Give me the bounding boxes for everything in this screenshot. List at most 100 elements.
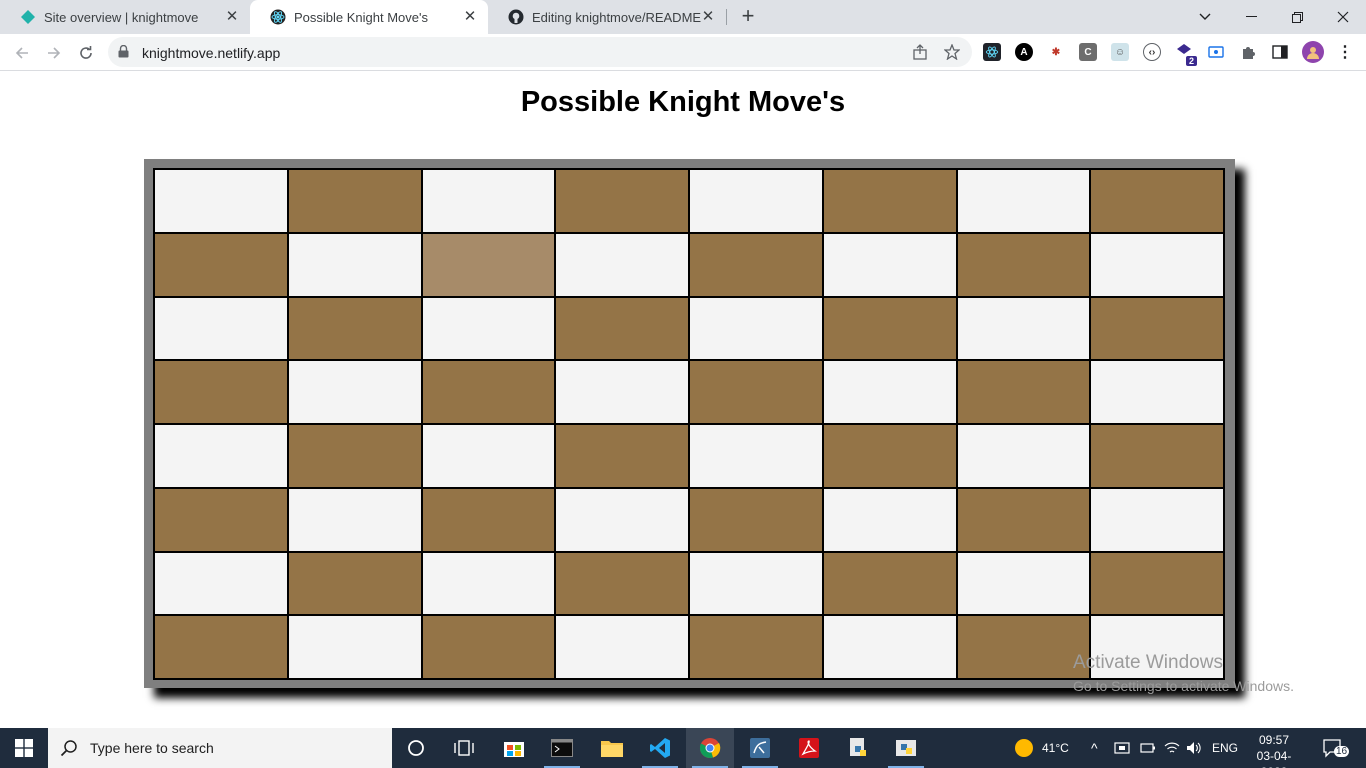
profile-extension-icon[interactable]: ☺ xyxy=(1111,43,1129,61)
board-square-dark[interactable] xyxy=(822,169,957,233)
close-tab-icon[interactable]: ✕ xyxy=(224,9,240,25)
board-square-light[interactable] xyxy=(555,487,689,552)
board-square-light[interactable] xyxy=(822,360,957,424)
network-adapter-icon[interactable] xyxy=(1114,728,1130,768)
board-square-dark[interactable] xyxy=(555,424,689,488)
board-square-dark[interactable] xyxy=(822,551,957,616)
restore-icon[interactable] xyxy=(1274,0,1320,34)
c-extension-icon[interactable]: C xyxy=(1079,43,1097,61)
forward-arrow-icon[interactable] xyxy=(41,40,67,66)
address-bar[interactable]: knightmove.netlify.app xyxy=(108,37,972,67)
microsoft-store-icon[interactable] xyxy=(490,728,538,768)
board-square-light[interactable] xyxy=(1090,232,1224,297)
board-square-dark[interactable] xyxy=(822,296,957,361)
board-square-light[interactable] xyxy=(154,551,288,616)
board-square-dark[interactable] xyxy=(287,296,422,361)
board-square-light[interactable] xyxy=(822,232,957,297)
board-square-light[interactable] xyxy=(555,615,689,679)
board-square-light[interactable] xyxy=(421,296,556,361)
board-square-dark[interactable] xyxy=(822,424,957,488)
board-square-dark[interactable] xyxy=(689,360,823,424)
board-square-light[interactable] xyxy=(421,424,556,488)
mysql-workbench-icon[interactable] xyxy=(736,728,784,768)
board-square-light[interactable] xyxy=(689,424,823,488)
battery-plug-icon[interactable] xyxy=(1140,728,1156,768)
close-tab-icon[interactable]: ✕ xyxy=(462,9,478,25)
board-square-dark[interactable] xyxy=(689,615,823,679)
volume-icon[interactable] xyxy=(1186,728,1202,768)
board-square-dark[interactable] xyxy=(1090,424,1224,488)
cortana-icon[interactable] xyxy=(392,728,440,768)
board-square-light[interactable] xyxy=(956,296,1091,361)
show-hidden-icons-chevron-icon[interactable]: ^ xyxy=(1091,728,1098,768)
board-square-dark[interactable] xyxy=(287,169,422,233)
board-square-dark[interactable] xyxy=(1090,296,1224,361)
chrome-icon[interactable] xyxy=(686,728,734,768)
task-view-icon[interactable] xyxy=(440,728,488,768)
react-devtools-icon[interactable] xyxy=(983,43,1001,61)
profile-avatar-icon[interactable] xyxy=(1302,41,1324,63)
bug-extension-icon[interactable]: ✱ xyxy=(1047,43,1065,61)
url-text[interactable]: knightmove.netlify.app xyxy=(142,45,280,61)
board-square-light[interactable] xyxy=(555,360,689,424)
windows-start-icon[interactable] xyxy=(0,728,48,768)
board-square-dark[interactable] xyxy=(421,615,556,679)
angular-icon[interactable]: A xyxy=(1015,43,1033,61)
file-explorer-icon[interactable] xyxy=(588,728,636,768)
board-square-light[interactable] xyxy=(689,169,823,233)
more-menu-icon[interactable]: ⋮ xyxy=(1336,43,1354,61)
extension-with-badge-icon[interactable]: 2 xyxy=(1175,43,1197,66)
system-clock[interactable]: 09:57 03-04-2022 xyxy=(1244,732,1304,768)
board-square-dark[interactable] xyxy=(555,169,689,233)
board-square-light[interactable] xyxy=(1090,615,1224,679)
board-square-dark[interactable] xyxy=(287,424,422,488)
board-square-light[interactable] xyxy=(1090,487,1224,552)
board-square-dark[interactable] xyxy=(956,615,1091,679)
board-square-light[interactable] xyxy=(956,169,1091,233)
board-square-dark[interactable] xyxy=(287,551,422,616)
board-square-dark[interactable] xyxy=(1090,169,1224,233)
close-tab-icon[interactable]: ✕ xyxy=(700,9,716,25)
taskbar-search-box[interactable]: Type here to search xyxy=(48,728,392,768)
board-square-light[interactable] xyxy=(689,551,823,616)
acrobat-reader-icon[interactable] xyxy=(785,728,833,768)
tab-search-chevron-icon[interactable] xyxy=(1182,0,1228,34)
board-square-light[interactable] xyxy=(154,169,288,233)
tab-site-overview[interactable]: Site overview | knightmove ✕ xyxy=(0,0,250,34)
board-square-dark[interactable] xyxy=(421,360,556,424)
chess-board[interactable] xyxy=(153,168,1225,680)
board-square-dark[interactable] xyxy=(689,232,823,297)
board-square-dark[interactable] xyxy=(154,360,288,424)
board-square-light[interactable] xyxy=(287,615,422,679)
code-extension-icon[interactable]: ‹› xyxy=(1143,43,1161,61)
board-square-light[interactable] xyxy=(822,487,957,552)
board-square-light[interactable] xyxy=(154,424,288,488)
board-square-light[interactable] xyxy=(287,487,422,552)
board-square-light[interactable] xyxy=(421,551,556,616)
board-square-dark[interactable] xyxy=(421,487,556,552)
board-square-light[interactable] xyxy=(555,232,689,297)
wifi-icon[interactable] xyxy=(1164,728,1180,768)
reload-icon[interactable] xyxy=(73,40,99,66)
board-square-light[interactable] xyxy=(689,296,823,361)
board-square-dark[interactable] xyxy=(1090,551,1224,616)
board-square-dark[interactable] xyxy=(555,551,689,616)
share-icon[interactable] xyxy=(912,44,928,60)
board-square-light[interactable] xyxy=(1090,360,1224,424)
board-square-light[interactable] xyxy=(154,296,288,361)
close-window-icon[interactable] xyxy=(1320,0,1366,34)
board-square-light[interactable] xyxy=(956,551,1091,616)
bookmark-star-icon[interactable] xyxy=(943,43,961,61)
minimize-icon[interactable] xyxy=(1228,0,1274,34)
puzzle-extensions-icon[interactable] xyxy=(1239,43,1257,61)
board-square-dark[interactable] xyxy=(154,232,288,297)
board-square-dark[interactable] xyxy=(154,487,288,552)
board-square-light[interactable] xyxy=(287,232,422,297)
tab-editing-readme[interactable]: Editing knightmove/README.md ✕ xyxy=(488,0,726,34)
board-square-light[interactable] xyxy=(287,360,422,424)
python-file-icon[interactable] xyxy=(834,728,882,768)
python-idle-icon[interactable] xyxy=(882,728,930,768)
new-tab-plus-icon[interactable]: + xyxy=(736,5,760,29)
terminal-icon[interactable] xyxy=(538,728,586,768)
back-arrow-icon[interactable] xyxy=(9,40,35,66)
